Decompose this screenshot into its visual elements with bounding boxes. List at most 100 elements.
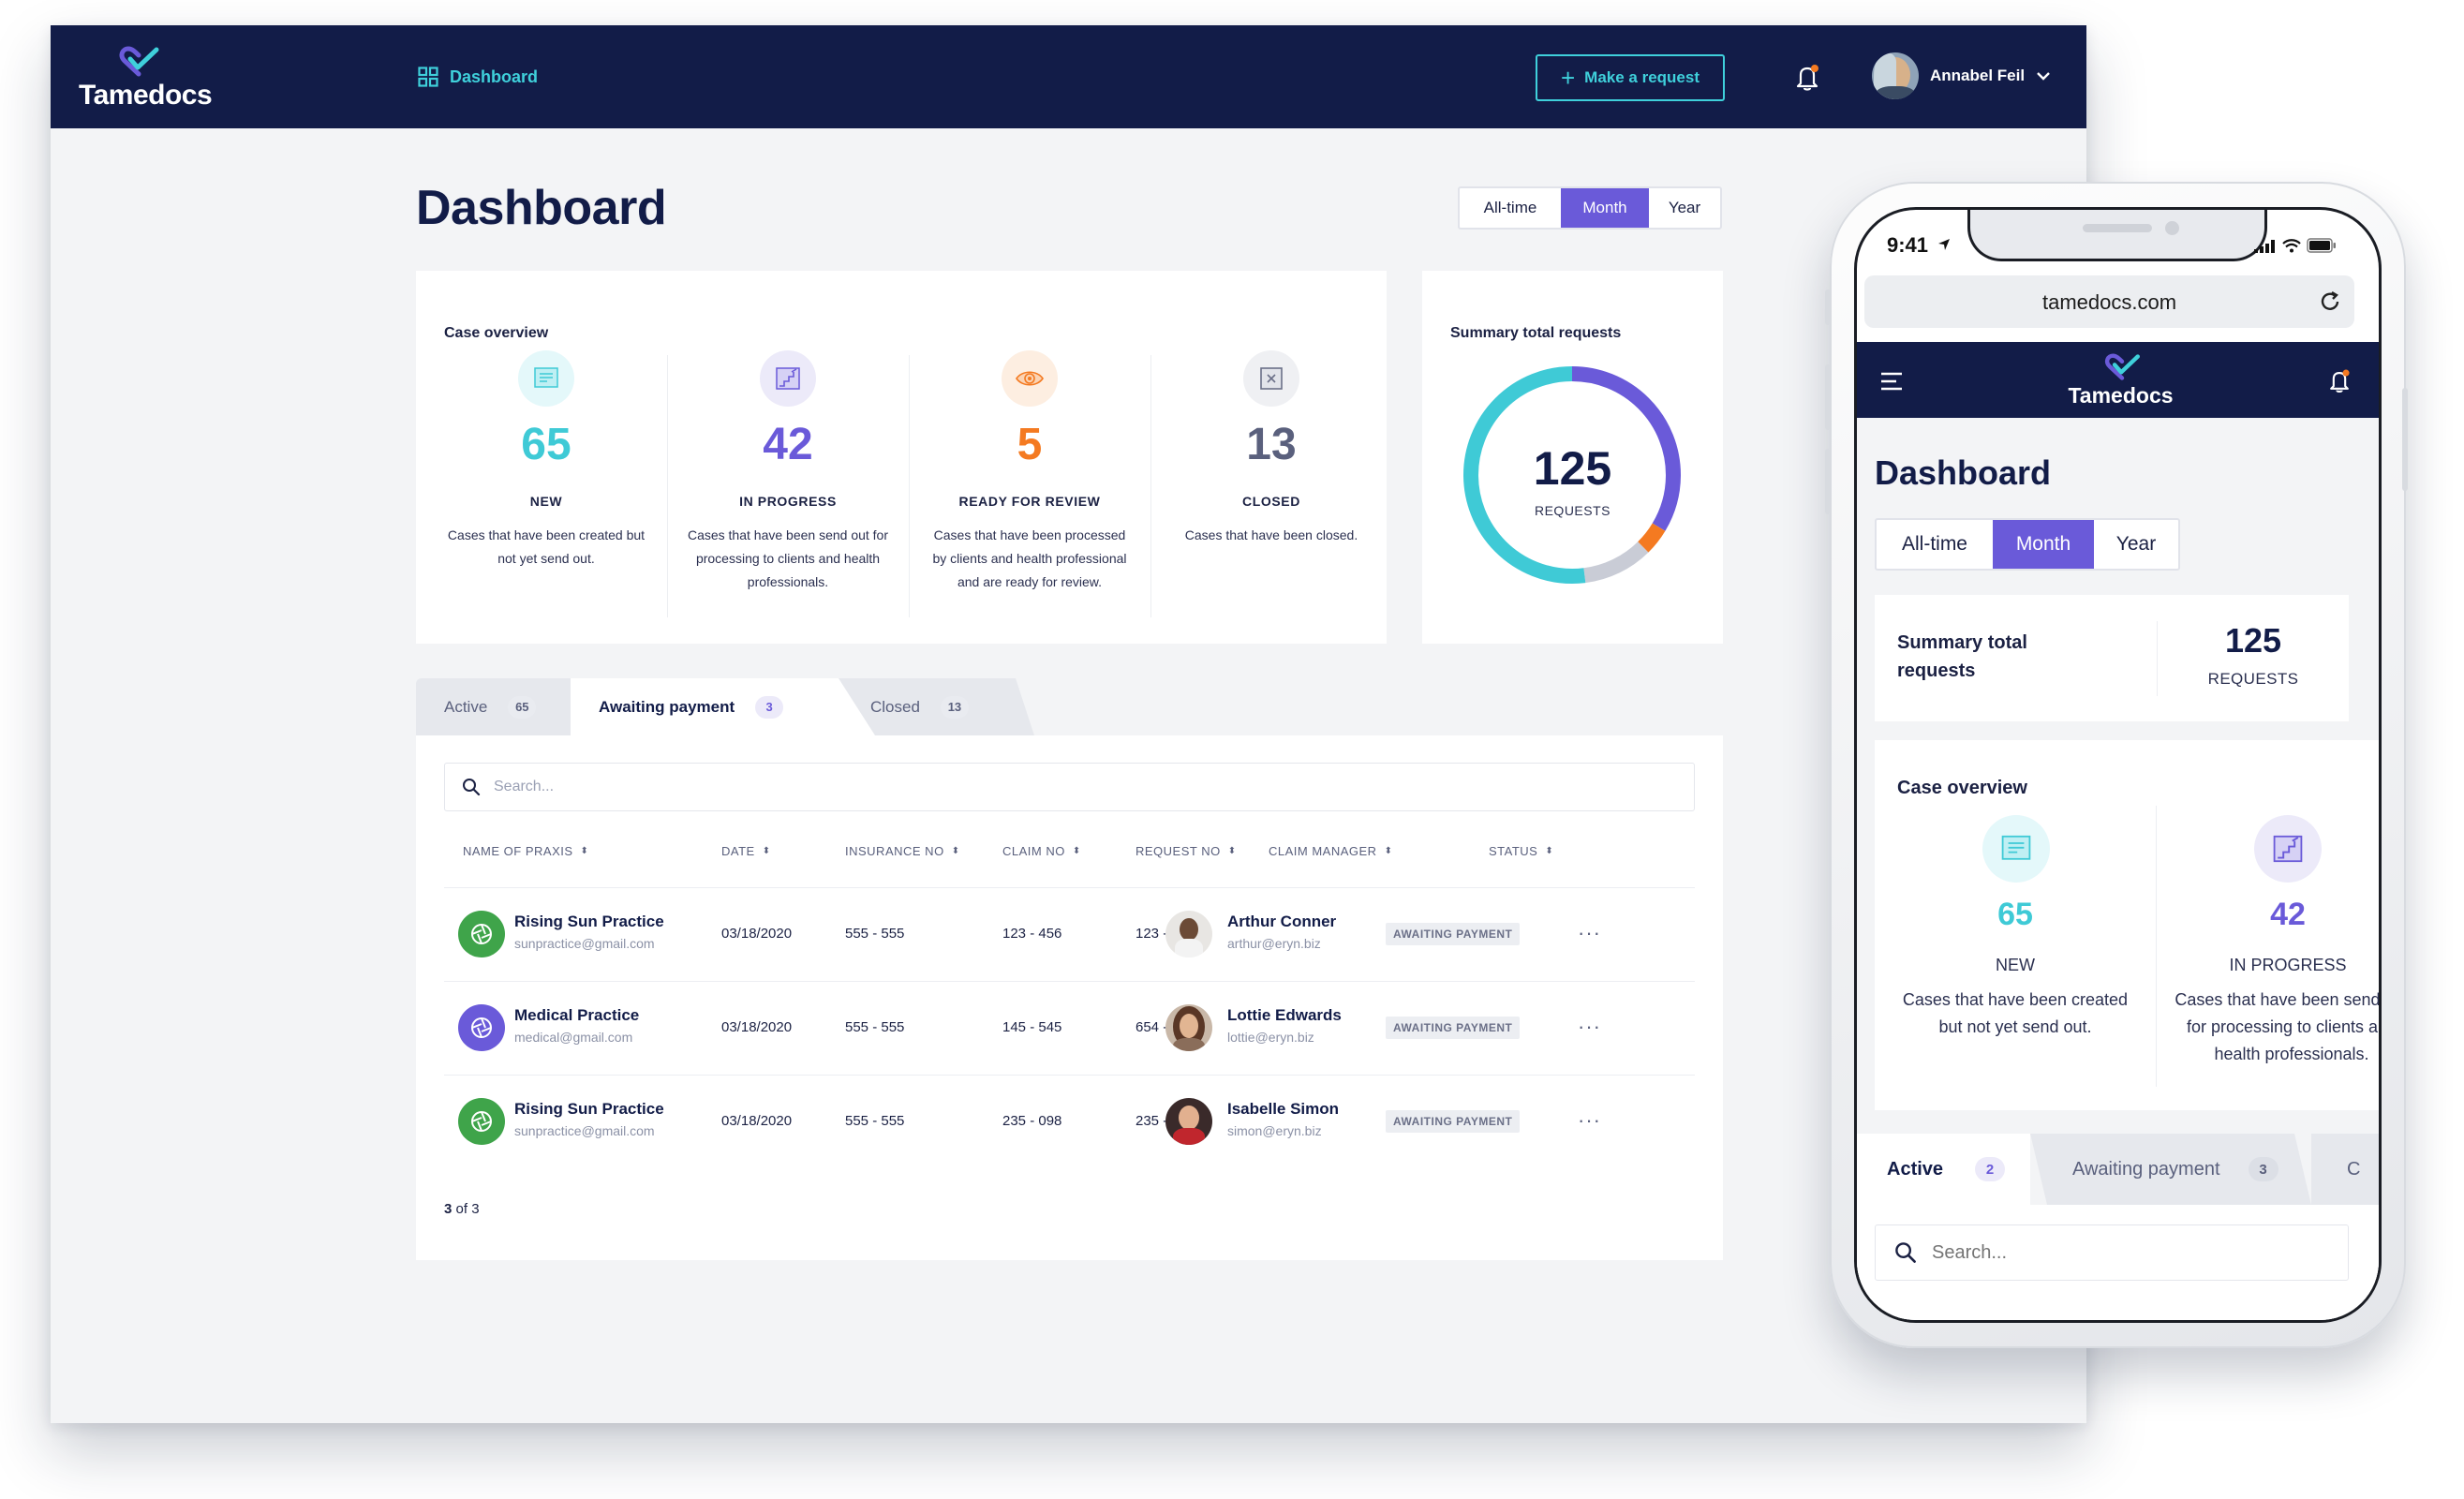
nav-dashboard-link[interactable]: Dashboard <box>418 62 538 92</box>
phone-summary-card: Summary total requests 125 REQUESTS <box>1875 595 2349 721</box>
sort-icon: ⬍ <box>951 846 960 856</box>
tab-closed-label: Closed <box>870 697 920 716</box>
period-selector: All-time Month Year <box>1458 186 1722 230</box>
phone-side-button <box>2402 388 2408 491</box>
user-name: Annabel Feil <box>1930 67 2026 84</box>
status-time: 9:41 <box>1887 233 1929 257</box>
sort-icon: ⬍ <box>580 846 589 856</box>
header-request-no[interactable]: REQUEST NO ⬍ <box>1136 844 1237 858</box>
praxis-email: medical@gmail.com <box>514 1030 633 1045</box>
stat-new-label: NEW <box>529 494 563 509</box>
case-overview-title: Case overview <box>444 325 549 341</box>
phone-search-input[interactable] <box>1932 1241 2307 1264</box>
stairs-icon <box>2254 815 2322 883</box>
search-icon <box>1895 1242 1916 1263</box>
notification-bell-icon[interactable] <box>2325 366 2353 394</box>
phone-stat-new[interactable]: 65 NEW Cases that have been created but … <box>1875 740 2156 1110</box>
header-claim-no[interactable]: CLAIM NO ⬍ <box>1002 844 1081 858</box>
tab-active[interactable]: Active 65 <box>416 678 571 735</box>
insurance-cell: 555 - 555 <box>845 926 905 942</box>
battery-icon <box>2307 238 2336 253</box>
date-cell: 03/18/2020 <box>721 926 793 942</box>
header-date[interactable]: DATE ⬍ <box>721 844 771 858</box>
stat-in-progress-value: 42 <box>763 420 813 469</box>
claim-cell: 145 - 545 <box>1002 1019 1062 1035</box>
phone-stat-in-progress[interactable]: 42 IN PROGRESS Cases that have been send… <box>2156 740 2379 1110</box>
stat-closed-label: CLOSED <box>1242 494 1300 509</box>
manager-name: Lottie Edwards <box>1227 1006 1342 1024</box>
period-all-time[interactable]: All-time <box>1460 188 1561 228</box>
more-options-icon[interactable]: ··· <box>1578 921 1601 945</box>
insurance-cell: 555 - 555 <box>845 1113 905 1129</box>
status-badge: AWAITING PAYMENT <box>1386 1017 1521 1039</box>
header-label: INSURANCE NO <box>845 844 944 858</box>
notification-bell-icon[interactable] <box>1791 61 1823 93</box>
claim-cell: 123 - 456 <box>1002 926 1062 942</box>
browser-url-bar[interactable]: tamedocs.com <box>1864 275 2354 328</box>
header-name-of-praxis[interactable]: NAME OF PRAXIS ⬍ <box>463 844 588 858</box>
reload-icon[interactable] <box>2318 289 2342 314</box>
phone-body: Dashboard All-time Month Year Summary to… <box>1857 418 2379 1320</box>
sort-icon: ⬍ <box>1072 846 1081 856</box>
table-row[interactable]: Rising Sun Practice sunpractice@gmail.co… <box>444 1075 1695 1168</box>
heart-check-logo-icon <box>2104 353 2140 380</box>
user-menu[interactable]: Annabel Feil <box>1872 52 2051 99</box>
divider <box>909 355 910 617</box>
nav-dashboard-label: Dashboard <box>450 67 539 86</box>
brand-logo[interactable]: Tamedocs <box>79 46 213 111</box>
pagination-info: 3 of 3 <box>444 1201 480 1217</box>
phone-case-overview-card: Case overview 65 NEW Cases that have bee… <box>1875 740 2379 1110</box>
status-badge: AWAITING PAYMENT <box>1386 1110 1521 1133</box>
phone-app-header: Tamedocs <box>1857 342 2379 418</box>
phone-period-all-time[interactable]: All-time <box>1877 520 1993 569</box>
phone-side-button <box>1825 449 1831 514</box>
desktop-window: Tamedocs Dashboard + Make a request Anna… <box>51 25 2086 1423</box>
search-field[interactable] <box>444 763 1695 811</box>
phone-tab-active[interactable]: Active 2 <box>1857 1134 2030 1205</box>
make-request-button[interactable]: + Make a request <box>1536 54 1725 101</box>
phone-search-field[interactable] <box>1875 1224 2349 1281</box>
wifi-icon <box>2282 239 2301 253</box>
date-cell: 03/18/2020 <box>721 1019 793 1035</box>
phone-tab-active-count: 2 <box>1975 1157 2006 1181</box>
header-status[interactable]: STATUS ⬍ <box>1489 844 1553 858</box>
more-options-icon[interactable]: ··· <box>1578 1015 1601 1039</box>
period-month[interactable]: Month <box>1561 188 1649 228</box>
sort-icon: ⬍ <box>1227 846 1237 856</box>
phone-notch <box>1967 210 2267 261</box>
stat-in-progress-label: IN PROGRESS <box>739 494 837 509</box>
search-input[interactable] <box>494 779 1618 795</box>
phone-page-title: Dashboard <box>1875 453 2052 492</box>
period-year[interactable]: Year <box>1649 188 1720 228</box>
more-options-icon[interactable]: ··· <box>1578 1108 1601 1133</box>
manager-name: Arthur Conner <box>1227 913 1337 930</box>
phone-period-month[interactable]: Month <box>1993 520 2094 569</box>
claim-cell: 235 - 098 <box>1002 1113 1062 1129</box>
tab-awaiting-payment-label: Awaiting payment <box>599 697 735 716</box>
header-label: STATUS <box>1489 844 1538 858</box>
stat-new-description: Cases that have been created but not yet… <box>447 527 646 566</box>
phone-tab-closed-label: C <box>2347 1158 2361 1180</box>
header-label: NAME OF PRAXIS <box>463 844 573 858</box>
phone-tab-closed[interactable]: C <box>2311 1134 2379 1205</box>
manager-avatar <box>1165 911 1212 957</box>
header-claim-manager[interactable]: CLAIM MANAGER ⬍ <box>1269 844 1392 858</box>
phone-summary-total: 125 <box>2224 621 2282 660</box>
praxis-name: Rising Sun Practice <box>514 913 664 930</box>
phone-stat-in-progress-value: 42 <box>2270 897 2306 932</box>
phone-period-year[interactable]: Year <box>2094 520 2178 569</box>
phone-tab-active-label: Active <box>1887 1158 1944 1180</box>
user-avatar <box>1872 52 1919 99</box>
table-row[interactable]: Rising Sun Practice sunpractice@gmail.co… <box>444 887 1695 981</box>
phone-tab-awaiting-payment[interactable]: Awaiting payment 3 <box>2030 1134 2311 1205</box>
summary-unit: REQUESTS <box>1534 503 1611 518</box>
manager-email: simon@eryn.biz <box>1227 1123 1322 1138</box>
header-insurance-no[interactable]: INSURANCE NO ⬍ <box>845 844 960 858</box>
make-request-label: Make a request <box>1584 68 1700 86</box>
summary-card: Summary total requests 125 REQUESTS <box>1422 271 1723 644</box>
divider <box>1150 355 1151 617</box>
top-navbar: Tamedocs Dashboard + Make a request Anna… <box>51 25 2086 128</box>
tab-awaiting-payment[interactable]: Awaiting payment 3 <box>571 678 875 735</box>
table-row[interactable]: Medical Practice medical@gmail.com 03/18… <box>444 981 1695 1075</box>
header-label: CLAIM MANAGER <box>1269 844 1377 858</box>
